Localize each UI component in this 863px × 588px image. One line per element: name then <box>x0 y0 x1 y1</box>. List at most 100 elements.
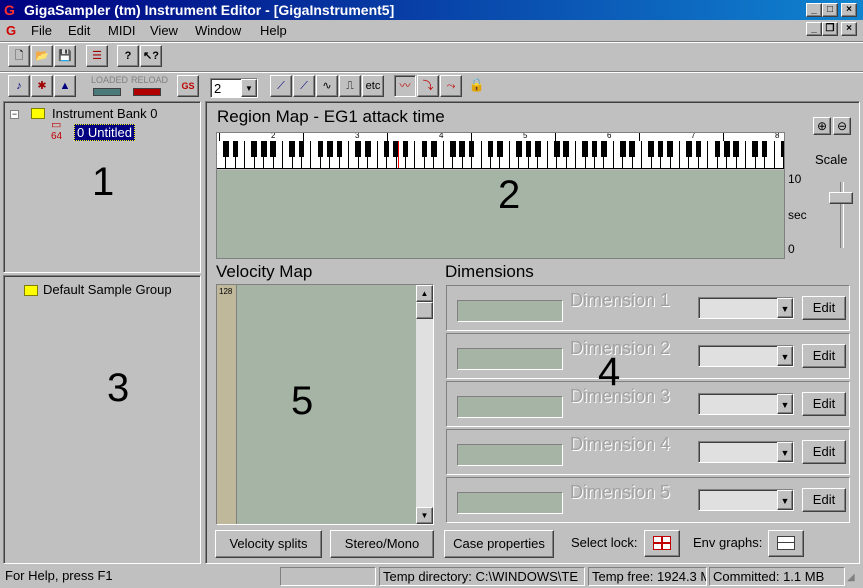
dimension-2-box[interactable] <box>457 348 563 370</box>
instrument-icon[interactable]: ♪ <box>8 75 30 97</box>
gs-icon[interactable]: GS <box>177 75 199 97</box>
black-key[interactable] <box>553 141 560 157</box>
etc-button[interactable]: etc <box>362 75 384 97</box>
scroll-up-icon[interactable]: ▲ <box>416 285 433 302</box>
black-key[interactable] <box>601 141 607 157</box>
envelope-1-icon[interactable]: 〰 <box>394 75 416 97</box>
dimension-2-edit-button[interactable]: Edit <box>802 344 846 368</box>
zoom-in-icon[interactable]: ⊕ <box>813 117 831 135</box>
black-key[interactable] <box>459 141 466 157</box>
tree-item-sample-group[interactable]: Default Sample Group <box>43 282 172 297</box>
black-key[interactable] <box>383 141 390 157</box>
black-key[interactable] <box>591 141 598 157</box>
black-key[interactable] <box>723 141 730 157</box>
dimension-5-edit-button[interactable]: Edit <box>802 488 846 512</box>
sample-icon[interactable]: ▲ <box>54 75 76 97</box>
black-key[interactable] <box>431 141 437 157</box>
velocity-splits-button[interactable]: Velocity splits <box>215 530 322 558</box>
black-key[interactable] <box>563 141 569 157</box>
velocity-scrollbar[interactable]: ▲ ▼ <box>416 285 433 524</box>
black-key[interactable] <box>327 141 333 157</box>
black-key[interactable] <box>733 141 740 157</box>
mdi-restore-button[interactable]: ❐ <box>822 22 838 36</box>
black-key[interactable] <box>232 141 239 157</box>
black-key[interactable] <box>336 141 343 157</box>
chevron-down-icon[interactable]: ▼ <box>241 79 257 97</box>
new-file-icon[interactable]: 🗋 <box>8 45 30 67</box>
black-key[interactable] <box>223 141 229 157</box>
env-graphs-button[interactable] <box>768 530 804 557</box>
split-count-combo[interactable]: 2 ▼ <box>210 78 258 98</box>
black-key[interactable] <box>421 141 428 157</box>
black-key[interactable] <box>534 141 541 157</box>
black-key[interactable] <box>667 141 673 157</box>
minimize-button[interactable]: _ <box>806 3 822 17</box>
black-key[interactable] <box>289 141 295 157</box>
keyboard[interactable]: 2 3 4 5 6 7 8 <box>217 133 784 169</box>
black-key[interactable] <box>657 141 664 157</box>
black-key[interactable] <box>582 141 588 157</box>
curve-wave-icon[interactable]: ∿ <box>316 75 338 97</box>
menu-help[interactable]: Help <box>260 23 287 38</box>
black-key[interactable] <box>270 141 277 157</box>
black-key[interactable] <box>780 141 784 157</box>
envelope-2-icon[interactable]: ⤵ <box>417 75 439 97</box>
black-key[interactable] <box>714 141 721 157</box>
black-key[interactable] <box>629 141 636 157</box>
dimension-2-select[interactable]: ▼ <box>698 345 794 367</box>
dimension-3-box[interactable] <box>457 396 563 418</box>
black-key[interactable] <box>364 141 371 157</box>
context-help-icon[interactable]: ↖? <box>140 45 162 67</box>
dimension-4-box[interactable] <box>457 444 563 466</box>
dimension-5-box[interactable] <box>457 492 563 514</box>
black-key[interactable] <box>355 141 362 157</box>
black-key[interactable] <box>686 141 692 157</box>
black-key[interactable] <box>695 141 702 157</box>
lock-icon[interactable]: 🔒 <box>467 77 487 97</box>
chevron-down-icon[interactable]: ▼ <box>777 442 793 462</box>
scale-slider-handle[interactable] <box>829 192 853 204</box>
tree-item-instrument[interactable]: 0 Untitled <box>74 124 135 141</box>
menu-file[interactable]: File <box>31 23 52 38</box>
zoom-out-icon[interactable]: ⊖ <box>833 117 851 135</box>
black-key[interactable] <box>298 141 305 157</box>
resize-grip-icon[interactable]: ◢ <box>847 572 855 583</box>
help-icon[interactable]: ? <box>117 45 139 67</box>
black-key[interactable] <box>317 141 324 157</box>
black-key[interactable] <box>487 141 494 157</box>
black-key[interactable] <box>468 141 475 157</box>
chevron-down-icon[interactable]: ▼ <box>777 298 793 318</box>
doc-icon[interactable]: G <box>6 23 16 38</box>
case-properties-button[interactable]: Case properties <box>444 530 554 558</box>
region-icon[interactable]: ✱ <box>31 75 53 97</box>
close-button[interactable]: × <box>841 3 857 17</box>
stereo-mono-button[interactable]: Stereo/Mono <box>330 530 434 558</box>
chevron-down-icon[interactable]: ▼ <box>777 394 793 414</box>
curve-2-icon[interactable]: ⟋ <box>293 75 315 97</box>
dimension-3-edit-button[interactable]: Edit <box>802 392 846 416</box>
curve-1-icon[interactable]: ⟋ <box>270 75 292 97</box>
menu-midi[interactable]: MIDI <box>108 23 135 38</box>
dimension-1-edit-button[interactable]: Edit <box>802 296 846 320</box>
black-key[interactable] <box>525 141 532 157</box>
velocity-map[interactable]: 128 5 ▲ ▼ <box>216 284 434 525</box>
chevron-down-icon[interactable]: ▼ <box>777 346 793 366</box>
black-key[interactable] <box>620 141 626 157</box>
collapse-icon[interactable]: − <box>10 110 19 119</box>
black-key[interactable] <box>761 141 768 157</box>
tree-item-bank[interactable]: Instrument Bank 0 <box>52 106 158 121</box>
black-key[interactable] <box>449 141 456 157</box>
dimension-4-edit-button[interactable]: Edit <box>802 440 846 464</box>
mdi-minimize-button[interactable]: _ <box>806 22 822 36</box>
reload-indicator[interactable] <box>133 88 161 96</box>
menu-edit[interactable]: Edit <box>68 23 90 38</box>
black-key[interactable] <box>402 141 409 157</box>
region-map[interactable]: 2 3 4 5 6 7 8 2 <box>216 132 785 259</box>
dimension-3-select[interactable]: ▼ <box>698 393 794 415</box>
select-lock-button[interactable] <box>644 530 680 557</box>
black-key[interactable] <box>260 141 267 157</box>
black-key[interactable] <box>516 141 522 157</box>
black-key[interactable] <box>752 141 758 157</box>
scroll-down-icon[interactable]: ▼ <box>416 507 433 524</box>
pulse-icon[interactable]: ⎍ <box>339 75 361 97</box>
